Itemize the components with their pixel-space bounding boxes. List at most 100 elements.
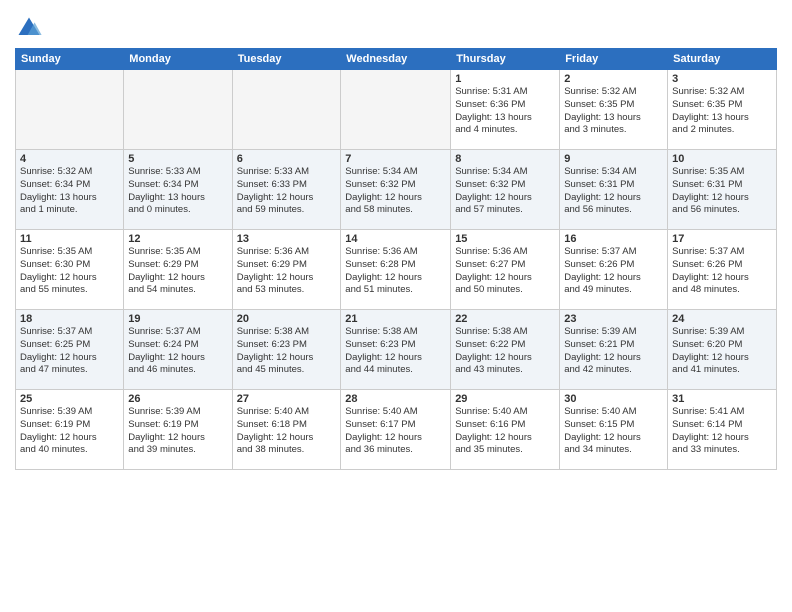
calendar-cell: 23Sunrise: 5:39 AM Sunset: 6:21 PM Dayli… — [560, 310, 668, 390]
day-number: 9 — [564, 153, 663, 165]
calendar-cell: 4Sunrise: 5:32 AM Sunset: 6:34 PM Daylig… — [16, 150, 124, 230]
day-info: Sunrise: 5:33 AM Sunset: 6:33 PM Dayligh… — [237, 166, 337, 217]
day-number: 26 — [128, 393, 227, 405]
day-number: 23 — [564, 313, 663, 325]
day-info: Sunrise: 5:38 AM Sunset: 6:23 PM Dayligh… — [345, 326, 446, 377]
day-number: 19 — [128, 313, 227, 325]
calendar-cell: 9Sunrise: 5:34 AM Sunset: 6:31 PM Daylig… — [560, 150, 668, 230]
day-number: 2 — [564, 73, 663, 85]
calendar-cell: 22Sunrise: 5:38 AM Sunset: 6:22 PM Dayli… — [451, 310, 560, 390]
calendar-table: SundayMondayTuesdayWednesdayThursdayFrid… — [15, 48, 777, 470]
day-info: Sunrise: 5:34 AM Sunset: 6:32 PM Dayligh… — [345, 166, 446, 217]
day-number: 17 — [672, 233, 772, 245]
day-number: 12 — [128, 233, 227, 245]
day-info: Sunrise: 5:40 AM Sunset: 6:18 PM Dayligh… — [237, 406, 337, 457]
day-number: 27 — [237, 393, 337, 405]
calendar-cell: 6Sunrise: 5:33 AM Sunset: 6:33 PM Daylig… — [232, 150, 341, 230]
calendar-cell — [124, 70, 232, 150]
calendar-cell — [232, 70, 341, 150]
calendar-cell: 20Sunrise: 5:38 AM Sunset: 6:23 PM Dayli… — [232, 310, 341, 390]
day-info: Sunrise: 5:35 AM Sunset: 6:30 PM Dayligh… — [20, 246, 119, 297]
day-info: Sunrise: 5:32 AM Sunset: 6:35 PM Dayligh… — [564, 86, 663, 137]
logo — [15, 14, 45, 42]
logo-icon — [15, 14, 43, 42]
calendar-cell — [341, 70, 451, 150]
calendar-cell: 24Sunrise: 5:39 AM Sunset: 6:20 PM Dayli… — [668, 310, 777, 390]
day-number: 11 — [20, 233, 119, 245]
weekday-header-friday: Friday — [560, 49, 668, 70]
day-info: Sunrise: 5:40 AM Sunset: 6:15 PM Dayligh… — [564, 406, 663, 457]
calendar-cell: 16Sunrise: 5:37 AM Sunset: 6:26 PM Dayli… — [560, 230, 668, 310]
weekday-header-tuesday: Tuesday — [232, 49, 341, 70]
day-number: 24 — [672, 313, 772, 325]
day-info: Sunrise: 5:34 AM Sunset: 6:32 PM Dayligh… — [455, 166, 555, 217]
day-number: 20 — [237, 313, 337, 325]
day-info: Sunrise: 5:39 AM Sunset: 6:19 PM Dayligh… — [128, 406, 227, 457]
day-info: Sunrise: 5:37 AM Sunset: 6:26 PM Dayligh… — [672, 246, 772, 297]
day-number: 8 — [455, 153, 555, 165]
calendar-cell: 5Sunrise: 5:33 AM Sunset: 6:34 PM Daylig… — [124, 150, 232, 230]
calendar-cell: 12Sunrise: 5:35 AM Sunset: 6:29 PM Dayli… — [124, 230, 232, 310]
calendar-cell: 25Sunrise: 5:39 AM Sunset: 6:19 PM Dayli… — [16, 390, 124, 470]
day-number: 6 — [237, 153, 337, 165]
day-info: Sunrise: 5:36 AM Sunset: 6:29 PM Dayligh… — [237, 246, 337, 297]
day-number: 18 — [20, 313, 119, 325]
day-number: 29 — [455, 393, 555, 405]
day-info: Sunrise: 5:35 AM Sunset: 6:31 PM Dayligh… — [672, 166, 772, 217]
calendar-cell — [16, 70, 124, 150]
day-info: Sunrise: 5:36 AM Sunset: 6:27 PM Dayligh… — [455, 246, 555, 297]
day-info: Sunrise: 5:40 AM Sunset: 6:17 PM Dayligh… — [345, 406, 446, 457]
calendar-cell: 1Sunrise: 5:31 AM Sunset: 6:36 PM Daylig… — [451, 70, 560, 150]
day-number: 14 — [345, 233, 446, 245]
day-number: 31 — [672, 393, 772, 405]
week-row-5: 25Sunrise: 5:39 AM Sunset: 6:19 PM Dayli… — [16, 390, 777, 470]
calendar-cell: 11Sunrise: 5:35 AM Sunset: 6:30 PM Dayli… — [16, 230, 124, 310]
header — [15, 10, 777, 42]
day-number: 28 — [345, 393, 446, 405]
day-info: Sunrise: 5:34 AM Sunset: 6:31 PM Dayligh… — [564, 166, 663, 217]
calendar-cell: 19Sunrise: 5:37 AM Sunset: 6:24 PM Dayli… — [124, 310, 232, 390]
calendar-cell: 21Sunrise: 5:38 AM Sunset: 6:23 PM Dayli… — [341, 310, 451, 390]
day-number: 16 — [564, 233, 663, 245]
weekday-header-sunday: Sunday — [16, 49, 124, 70]
day-number: 21 — [345, 313, 446, 325]
calendar-cell: 15Sunrise: 5:36 AM Sunset: 6:27 PM Dayli… — [451, 230, 560, 310]
day-info: Sunrise: 5:41 AM Sunset: 6:14 PM Dayligh… — [672, 406, 772, 457]
day-number: 30 — [564, 393, 663, 405]
calendar-cell: 26Sunrise: 5:39 AM Sunset: 6:19 PM Dayli… — [124, 390, 232, 470]
weekday-header-monday: Monday — [124, 49, 232, 70]
weekday-header-saturday: Saturday — [668, 49, 777, 70]
calendar-cell: 3Sunrise: 5:32 AM Sunset: 6:35 PM Daylig… — [668, 70, 777, 150]
page: SundayMondayTuesdayWednesdayThursdayFrid… — [0, 0, 792, 612]
calendar-cell: 28Sunrise: 5:40 AM Sunset: 6:17 PM Dayli… — [341, 390, 451, 470]
day-number: 1 — [455, 73, 555, 85]
day-info: Sunrise: 5:39 AM Sunset: 6:21 PM Dayligh… — [564, 326, 663, 377]
day-info: Sunrise: 5:37 AM Sunset: 6:26 PM Dayligh… — [564, 246, 663, 297]
day-info: Sunrise: 5:40 AM Sunset: 6:16 PM Dayligh… — [455, 406, 555, 457]
calendar-cell: 8Sunrise: 5:34 AM Sunset: 6:32 PM Daylig… — [451, 150, 560, 230]
day-info: Sunrise: 5:39 AM Sunset: 6:19 PM Dayligh… — [20, 406, 119, 457]
day-number: 4 — [20, 153, 119, 165]
day-info: Sunrise: 5:35 AM Sunset: 6:29 PM Dayligh… — [128, 246, 227, 297]
calendar-cell: 29Sunrise: 5:40 AM Sunset: 6:16 PM Dayli… — [451, 390, 560, 470]
calendar-cell: 7Sunrise: 5:34 AM Sunset: 6:32 PM Daylig… — [341, 150, 451, 230]
day-info: Sunrise: 5:39 AM Sunset: 6:20 PM Dayligh… — [672, 326, 772, 377]
calendar-cell: 18Sunrise: 5:37 AM Sunset: 6:25 PM Dayli… — [16, 310, 124, 390]
calendar-cell: 27Sunrise: 5:40 AM Sunset: 6:18 PM Dayli… — [232, 390, 341, 470]
weekday-header-row: SundayMondayTuesdayWednesdayThursdayFrid… — [16, 49, 777, 70]
day-number: 13 — [237, 233, 337, 245]
day-info: Sunrise: 5:32 AM Sunset: 6:34 PM Dayligh… — [20, 166, 119, 217]
day-info: Sunrise: 5:33 AM Sunset: 6:34 PM Dayligh… — [128, 166, 227, 217]
day-info: Sunrise: 5:38 AM Sunset: 6:22 PM Dayligh… — [455, 326, 555, 377]
week-row-2: 4Sunrise: 5:32 AM Sunset: 6:34 PM Daylig… — [16, 150, 777, 230]
day-info: Sunrise: 5:38 AM Sunset: 6:23 PM Dayligh… — [237, 326, 337, 377]
weekday-header-thursday: Thursday — [451, 49, 560, 70]
calendar-cell: 31Sunrise: 5:41 AM Sunset: 6:14 PM Dayli… — [668, 390, 777, 470]
calendar-cell: 30Sunrise: 5:40 AM Sunset: 6:15 PM Dayli… — [560, 390, 668, 470]
day-info: Sunrise: 5:31 AM Sunset: 6:36 PM Dayligh… — [455, 86, 555, 137]
day-number: 22 — [455, 313, 555, 325]
day-number: 25 — [20, 393, 119, 405]
calendar-cell: 17Sunrise: 5:37 AM Sunset: 6:26 PM Dayli… — [668, 230, 777, 310]
calendar-cell: 13Sunrise: 5:36 AM Sunset: 6:29 PM Dayli… — [232, 230, 341, 310]
calendar-cell: 10Sunrise: 5:35 AM Sunset: 6:31 PM Dayli… — [668, 150, 777, 230]
